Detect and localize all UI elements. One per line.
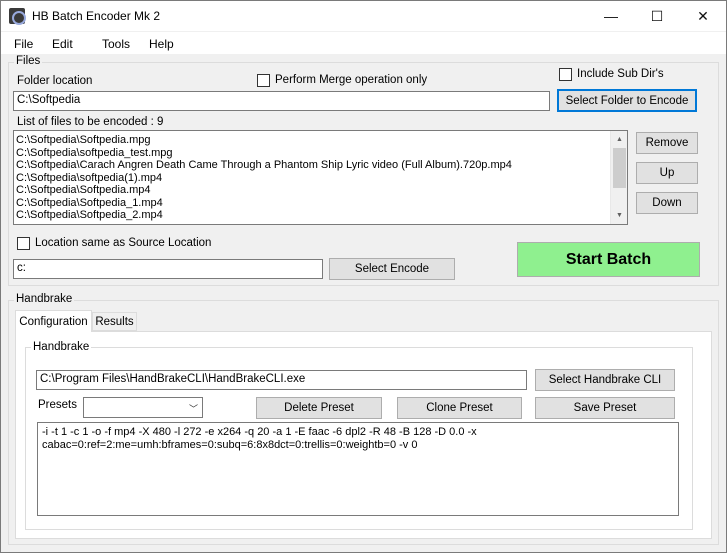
presets-label: Presets	[38, 399, 77, 411]
list-item[interactable]: C:\Softpedia\softpedia(1).mp4	[14, 172, 627, 185]
minimize-icon: —	[604, 8, 618, 24]
file-list-scrollbar[interactable]: ▲ ▼	[610, 131, 627, 224]
include-subdirs-label: Include Sub Dir's	[577, 68, 664, 80]
list-item[interactable]: C:\Softpedia\Softpedia_2.mp4	[14, 209, 627, 222]
list-item[interactable]: C:\Softpedia\Softpedia.mpg	[14, 134, 627, 147]
menu-file[interactable]: File	[14, 37, 33, 51]
folder-location-label: Folder location	[17, 75, 93, 87]
select-folder-button[interactable]: Select Folder to Encode	[557, 89, 697, 112]
list-item[interactable]: C:\Softpedia\Softpedia_1.mp4	[14, 197, 627, 210]
select-handbrake-cli-button[interactable]: Select Handbrake CLI	[535, 369, 675, 391]
merge-checkbox[interactable]	[257, 74, 270, 87]
list-item[interactable]: C:\Softpedia\softpedia_test.mpg	[14, 147, 627, 160]
list-item[interactable]: C:\Softpedia\Carach Angren Death Came Th…	[14, 159, 627, 172]
menu-edit[interactable]: Edit	[52, 37, 73, 51]
handbrake-cli-path-input[interactable]: C:\Program Files\HandBrakeCLI\HandBrakeC…	[36, 370, 527, 390]
clone-preset-button[interactable]: Clone Preset	[397, 397, 522, 419]
encode-location-input[interactable]: c:	[13, 259, 323, 279]
up-button[interactable]: Up	[636, 162, 698, 184]
scroll-up-arrow-icon[interactable]: ▲	[611, 131, 627, 148]
maximize-button[interactable]: ☐	[634, 1, 680, 31]
window-title: HB Batch Encoder Mk 2	[32, 9, 161, 23]
list-item[interactable]: C:\Softpedia\Softpedia.mp4	[14, 184, 627, 197]
merge-label: Perform Merge operation only	[275, 74, 428, 86]
close-button[interactable]: ✕	[680, 1, 726, 31]
presets-dropdown[interactable]: ﹀	[83, 397, 203, 418]
file-list-count-label: List of files to be encoded : 9	[17, 116, 164, 128]
same-location-checkbox[interactable]	[17, 237, 30, 250]
handbrake-arguments-textarea[interactable]: -i -t 1 -c 1 -o -f mp4 -X 480 -l 272 -e …	[37, 422, 679, 516]
close-icon: ✕	[697, 7, 709, 24]
tab-results[interactable]: Results	[92, 312, 137, 331]
handbrake-inner-group-label: Handbrake	[31, 341, 92, 353]
select-encode-button[interactable]: Select Encode	[329, 258, 455, 280]
same-location-label: Location same as Source Location	[35, 237, 212, 249]
app-icon	[9, 8, 26, 25]
include-subdirs-checkbox[interactable]	[559, 68, 572, 81]
delete-preset-button[interactable]: Delete Preset	[256, 397, 382, 419]
save-preset-button[interactable]: Save Preset	[535, 397, 675, 419]
chevron-down-icon: ﹀	[188, 404, 198, 414]
menu-bar: File Edit Tools Help	[1, 32, 726, 54]
down-button[interactable]: Down	[636, 192, 698, 214]
menu-help[interactable]: Help	[149, 37, 174, 51]
tab-configuration[interactable]: Configuration	[15, 310, 92, 332]
start-batch-button[interactable]: Start Batch	[517, 242, 700, 277]
files-group-label: Files	[14, 55, 43, 67]
maximize-icon: ☐	[650, 7, 664, 24]
menu-tools[interactable]: Tools	[102, 37, 130, 51]
scroll-down-arrow-icon[interactable]: ▼	[611, 207, 627, 224]
remove-button[interactable]: Remove	[636, 132, 698, 154]
file-list[interactable]: C:\Softpedia\Softpedia.mpg C:\Softpedia\…	[13, 130, 628, 225]
scrollbar-thumb[interactable]	[613, 148, 626, 188]
folder-location-input[interactable]: C:\Softpedia	[13, 91, 550, 111]
minimize-button[interactable]: —	[588, 1, 634, 31]
handbrake-group-label: Handbrake	[14, 293, 75, 305]
title-bar: HB Batch Encoder Mk 2 — ☐ ✕	[1, 1, 726, 31]
